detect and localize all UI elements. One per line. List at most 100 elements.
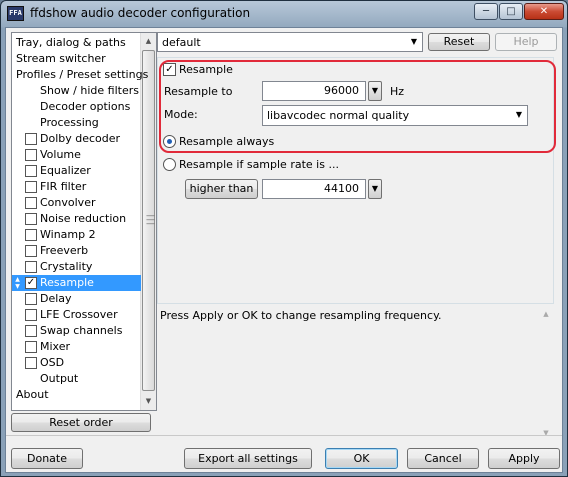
tree-item-label: Show / hide filters <box>40 84 139 97</box>
tree-item[interactable]: Show / hide filters <box>12 83 141 99</box>
preset-select[interactable]: default ▼ <box>157 32 423 52</box>
tree-item-label: Resample <box>40 276 94 289</box>
tree-item[interactable]: Output <box>12 371 141 387</box>
tree-item[interactable]: Swap channels <box>12 323 141 339</box>
donate-button[interactable]: Donate <box>11 448 83 469</box>
tree-item-checkbox[interactable] <box>25 357 37 369</box>
close-button[interactable]: ✕ <box>524 3 564 20</box>
reorder-arrows-icon[interactable]: ▲ ▼ <box>13 276 22 290</box>
scroll-down-icon[interactable]: ▼ <box>141 393 156 409</box>
tree-item-label: Winamp 2 <box>40 228 96 241</box>
maximize-button[interactable]: □ <box>499 3 523 20</box>
tree-item-checkbox[interactable] <box>25 293 37 305</box>
tree-item-checkbox[interactable] <box>25 229 37 241</box>
tree-item-label: Decoder options <box>40 100 131 113</box>
scrollbar-thumb[interactable]: — — — <box>142 50 155 391</box>
tree-item-label: Convolver <box>40 196 96 209</box>
tree-item[interactable]: Stream switcher <box>12 51 141 67</box>
tree-item-label: Dolby decoder <box>40 132 121 145</box>
resample-if-rate-radio[interactable] <box>163 158 176 171</box>
tree-item[interactable]: Delay <box>12 291 141 307</box>
scroll-down-icon[interactable]: ▼ <box>538 426 554 440</box>
tree-item[interactable]: Convolver <box>12 195 141 211</box>
threshold-rate-input[interactable]: 44100 <box>262 179 366 199</box>
info-scrollbar[interactable]: ▲ ▼ <box>538 304 554 442</box>
info-area: Press Apply or OK to change resampling f… <box>157 303 554 442</box>
tree-item-checkbox[interactable] <box>25 149 37 161</box>
tree-item-checkbox[interactable]: ✓ <box>25 277 37 289</box>
help-button[interactable]: Help <box>495 33 557 51</box>
tree-item-label: LFE Crossover <box>40 308 118 321</box>
tree-item[interactable]: Profiles / Preset settings <box>12 67 148 83</box>
tree-item[interactable]: Decoder options <box>12 99 141 115</box>
ok-button[interactable]: OK <box>325 448 398 469</box>
tree-item-label: About <box>16 388 49 401</box>
tree-item-checkbox[interactable] <box>25 133 37 145</box>
reset-order-button[interactable]: Reset order <box>11 413 151 432</box>
tree-item-checkbox[interactable] <box>25 245 37 257</box>
ffdshow-app-icon: FFA <box>7 6 24 21</box>
title-bar[interactable]: FFA ffdshow audio decoder configuration … <box>1 1 567 27</box>
tree-item-label: OSD <box>40 356 65 369</box>
info-text: Press Apply or OK to change resampling f… <box>160 309 442 322</box>
resample-if-rate-label: Resample if sample rate is ... <box>179 158 339 171</box>
tree-item[interactable]: Crystality <box>12 259 141 275</box>
tree-item-checkbox[interactable] <box>25 181 37 193</box>
tree-item[interactable]: FIR filter <box>12 179 141 195</box>
tree-item[interactable]: Winamp 2 <box>12 227 141 243</box>
tree-item[interactable]: OSD <box>12 355 141 371</box>
threshold-rate-dropdown[interactable]: ▼ <box>368 179 382 199</box>
dialog-window: FFA ffdshow audio decoder configuration … <box>0 0 568 477</box>
tree-item-checkbox[interactable] <box>25 165 37 177</box>
tree-item-checkbox[interactable] <box>25 325 37 337</box>
tree-item[interactable]: LFE Crossover <box>12 307 141 323</box>
tree-item[interactable]: Mixer <box>12 339 141 355</box>
preset-value: default <box>162 36 201 49</box>
tree-item-checkbox[interactable] <box>25 213 37 225</box>
tree-item[interactable]: Noise reduction <box>12 211 141 227</box>
check-icon: ✓ <box>26 277 36 288</box>
scroll-up-icon[interactable]: ▲ <box>538 307 554 321</box>
scroll-up-icon[interactable]: ▲ <box>141 33 156 49</box>
apply-button[interactable]: Apply <box>488 448 560 469</box>
tree-item-label: Equalizer <box>40 164 91 177</box>
tree-item-label: Freeverb <box>40 244 89 257</box>
higher-than-button[interactable]: higher than <box>185 179 258 199</box>
settings-tree[interactable]: ▲ — — — ▼ Tray, dialog & paths Stream switc… <box>11 32 157 411</box>
tree-item[interactable]: Tray, dialog & paths <box>12 35 141 51</box>
chevron-down-icon: ▼ <box>410 37 418 46</box>
cancel-button[interactable]: Cancel <box>407 448 479 469</box>
tree-item-label: Processing <box>40 116 99 129</box>
tree-item[interactable]: ▲ ▼ ✓ Resample <box>12 275 141 291</box>
chevron-down-icon: ▼ <box>371 184 379 193</box>
tree-item-checkbox[interactable] <box>25 341 37 353</box>
tree-item[interactable]: Dolby decoder <box>12 131 141 147</box>
tree-item[interactable]: Freeverb <box>12 243 141 259</box>
minimize-button[interactable]: ─ <box>474 3 498 20</box>
tree-item-label: Swap channels <box>40 324 123 337</box>
reset-button[interactable]: Reset <box>428 33 490 51</box>
export-all-settings-button[interactable]: Export all settings <box>184 448 312 469</box>
footer-divider <box>6 435 562 436</box>
tree-item[interactable]: Equalizer <box>12 163 141 179</box>
annotation-highlight-box <box>159 60 556 153</box>
tree-item-label: Mixer <box>40 340 71 353</box>
tree-item-label: Output <box>40 372 79 385</box>
window-title: ffdshow audio decoder configuration <box>30 6 251 20</box>
tree-item-label: Crystality <box>40 260 93 273</box>
dialog-client-area: ▲ — — — ▼ Tray, dialog & paths Stream switc… <box>5 27 563 473</box>
tree-item-label: Profiles / Preset settings <box>16 68 149 81</box>
tree-item-label: Volume <box>40 148 81 161</box>
tree-item-label: Tray, dialog & paths <box>16 36 126 49</box>
tree-item[interactable]: About <box>12 387 141 403</box>
tree-item[interactable]: Volume <box>12 147 141 163</box>
tree-item-checkbox[interactable] <box>25 261 37 273</box>
tree-item[interactable]: Processing <box>12 115 141 131</box>
tree-item-label: Delay <box>40 292 72 305</box>
grip-icon: — — — <box>146 211 155 229</box>
tree-item-label: Stream switcher <box>16 52 106 65</box>
tree-item-label: Noise reduction <box>40 212 127 225</box>
tree-item-checkbox[interactable] <box>25 197 37 209</box>
tree-item-checkbox[interactable] <box>25 309 37 321</box>
tree-scrollbar[interactable]: ▲ — — — ▼ <box>140 33 156 410</box>
